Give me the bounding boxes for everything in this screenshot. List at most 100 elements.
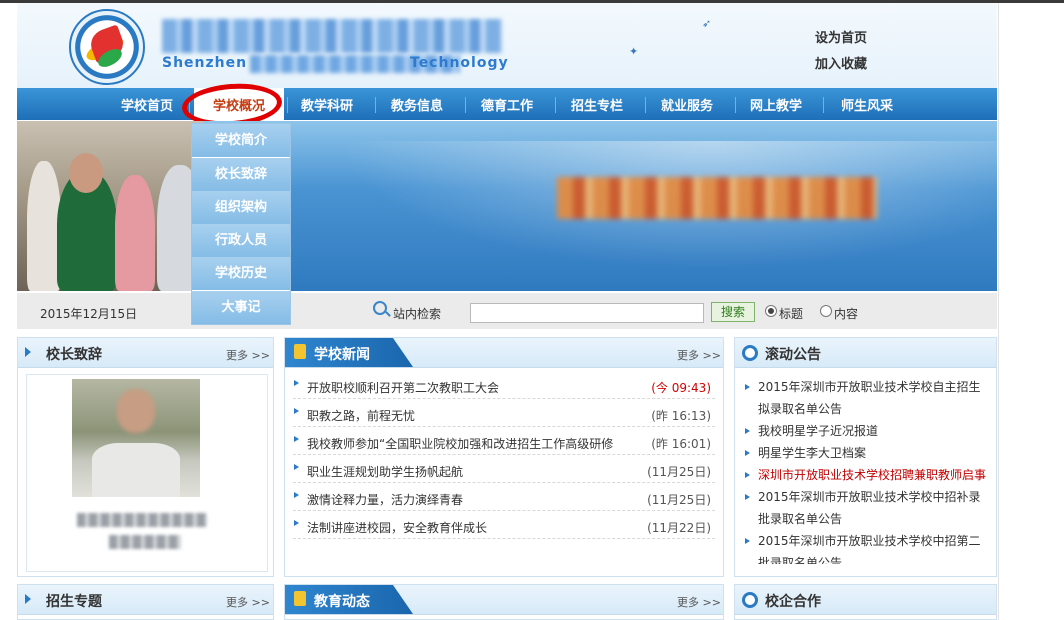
news-title[interactable]: 激情诠释力量，活力演绎青春 (307, 491, 463, 508)
nav-separator (823, 97, 824, 113)
triangle-icon (25, 594, 31, 604)
document-icon (294, 344, 306, 359)
notice-title[interactable]: 2015年深圳市开放职业技术学校中招补录批录取名单公告 (745, 486, 990, 530)
radio-content-label: 内容 (834, 307, 859, 321)
english-name-start: Shenzhen (162, 55, 248, 71)
dropdown-item-history[interactable]: 学校历史 (192, 257, 290, 291)
edu-panel-title: 教育动态 (314, 594, 370, 610)
bird-decoration-icon: ➶ (702, 17, 712, 30)
principal-more-link[interactable]: 更多 >> (226, 347, 270, 363)
arrow-icon (745, 538, 750, 544)
notice-title[interactable]: 我校明星学子近况报道 (745, 420, 990, 442)
news-date: (今 09:43) (651, 381, 711, 395)
news-title[interactable]: 开放职校顺利召开第二次教职工大会 (307, 379, 499, 396)
principal-name-blurred (77, 513, 207, 527)
news-item[interactable]: 开放职校顺利召开第二次教职工大会 (今 09:43) (293, 372, 715, 399)
news-date: (11月22日) (647, 521, 711, 535)
news-item[interactable]: 职教之路，前程无忧 (昨 16:13) (293, 400, 715, 427)
news-title[interactable]: 法制讲座进校园，安全教育伴成长 (307, 519, 487, 536)
nav-item-academic[interactable]: 教务信息 (391, 88, 443, 120)
document-icon (294, 591, 306, 606)
school-logo[interactable] (69, 9, 145, 85)
arrow-icon (294, 464, 299, 470)
dropdown-item-org[interactable]: 组织架构 (192, 191, 290, 225)
news-date: (11月25日) (647, 493, 711, 507)
school-english-name: Shenzhen Technology (162, 55, 508, 75)
news-title[interactable]: 职业生涯规划助学生扬帆起航 (307, 463, 463, 480)
panel-header: 学校新闻 更多 >> (285, 338, 723, 368)
dropdown-item-intro[interactable]: 学校简介 (192, 124, 290, 158)
news-panel-title: 学校新闻 (314, 347, 370, 363)
main-nav: 学校首页 学校概况 教学科研 教务信息 德育工作 招生专栏 就业服务 网上教学 … (17, 88, 997, 120)
radio-title[interactable] (765, 305, 777, 317)
edu-more-link[interactable]: 更多 >> (677, 594, 721, 610)
notice-title[interactable]: 2015年深圳市开放职业技术学校中招第二批录取名单公告 (745, 530, 990, 564)
news-date: (11月25日) (647, 465, 711, 479)
news-date: (昨 16:13) (651, 409, 711, 423)
nav-item-teaching[interactable]: 教学科研 (301, 88, 353, 120)
panel-header: 教育动态 更多 >> (285, 585, 723, 615)
news-item[interactable]: 激情诠释力量，活力演绎青春 (11月25日) (293, 484, 715, 511)
set-homepage-link[interactable]: 设为首页 (815, 27, 867, 46)
nav-separator (735, 97, 736, 113)
search-label: 站内检索 (393, 307, 442, 321)
banner-slogan-blurred (557, 177, 877, 219)
circle-icon (742, 345, 758, 361)
arrow-icon (745, 428, 750, 434)
arrow-icon (294, 436, 299, 442)
search-input[interactable] (470, 303, 704, 323)
notice-item[interactable]: 2015年深圳市开放职业技术学校中招补录批录取名单公告 (745, 486, 990, 530)
news-tab-header: 学校新闻 (285, 338, 413, 367)
dropdown-item-principal[interactable]: 校长致辞 (192, 158, 290, 192)
news-item[interactable]: 职业生涯规划助学生扬帆起航 (11月25日) (293, 456, 715, 483)
notice-title[interactable]: 深圳市开放职业技术学校招聘兼职教师启事 (745, 464, 990, 486)
news-more-link[interactable]: 更多 >> (677, 347, 721, 363)
notice-item[interactable]: 明星学生李大卫档案 (745, 442, 990, 464)
banner-photo (17, 121, 203, 291)
principal-photo-frame (26, 374, 268, 572)
notices-panel-title: 滚动公告 (765, 347, 821, 363)
news-item[interactable]: 法制讲座进校园，安全教育伴成长 (11月22日) (293, 512, 715, 539)
nav-item-home[interactable]: 学校首页 (121, 88, 173, 120)
dropdown-item-staff[interactable]: 行政人员 (192, 224, 290, 258)
arrow-icon (745, 472, 750, 478)
nav-item-admission[interactable]: 招生专栏 (571, 88, 623, 120)
site-header: Shenzhen Technology ➶ ✦ 设为首页 加入收藏 (17, 3, 997, 88)
principal-title-blurred (109, 535, 181, 549)
admission-panel-title: 招生专题 (46, 594, 102, 610)
notices-panel: 滚动公告 2015年深圳市开放职业技术学校自主招生拟录取名单公告 我校明星学子近… (734, 337, 997, 577)
nav-item-moral[interactable]: 德育工作 (481, 88, 533, 120)
notice-item[interactable]: 2015年深圳市开放职业技术学校中招第二批录取名单公告 (745, 530, 990, 564)
notice-title[interactable]: 明星学生李大卫档案 (745, 442, 990, 464)
radio-content[interactable] (820, 305, 832, 317)
notice-item[interactable]: 深圳市开放职业技术学校招聘兼职教师启事 (745, 464, 990, 486)
school-name-blurred (162, 19, 502, 53)
arrow-icon (294, 380, 299, 386)
about-dropdown-menu: 学校简介 校长致辞 组织架构 行政人员 学校历史 大事记 (191, 123, 291, 325)
add-favorites-link[interactable]: 加入收藏 (815, 53, 867, 72)
page-container: Shenzhen Technology ➶ ✦ 设为首页 加入收藏 学校首页 学… (17, 3, 997, 620)
cooperation-panel: 校企合作 (734, 584, 997, 620)
news-title[interactable]: 职教之路，前程无忧 (307, 407, 415, 424)
dropdown-item-events[interactable]: 大事记 (192, 291, 290, 324)
triangle-icon (25, 347, 31, 357)
news-date: (昨 16:01) (651, 437, 711, 451)
news-item[interactable]: 我校教师参加“全国职业院校加强和改进招生工作高级研修 (昨 16:01) (293, 428, 715, 455)
nav-separator (375, 97, 376, 113)
nav-item-online[interactable]: 网上教学 (750, 88, 802, 120)
nav-separator (465, 97, 466, 113)
arrow-icon (294, 520, 299, 526)
search-button[interactable]: 搜索 (711, 302, 755, 322)
notice-title[interactable]: 2015年深圳市开放职业技术学校自主招生拟录取名单公告 (745, 376, 990, 420)
admission-more-link[interactable]: 更多 >> (226, 594, 270, 610)
panel-header: 招生专题 更多 >> (18, 585, 273, 615)
principal-panel: 校长致辞 更多 >> (17, 337, 274, 577)
coop-panel-title: 校企合作 (765, 594, 821, 610)
principal-portrait[interactable] (72, 379, 200, 497)
notice-item[interactable]: 2015年深圳市开放职业技术学校自主招生拟录取名单公告 (745, 376, 990, 420)
notice-item[interactable]: 我校明星学子近况报道 (745, 420, 990, 442)
nav-separator (287, 97, 288, 113)
news-title[interactable]: 我校教师参加“全国职业院校加强和改进招生工作高级研修 (307, 435, 613, 452)
nav-item-gallery[interactable]: 师生风采 (841, 88, 893, 120)
nav-item-employment[interactable]: 就业服务 (661, 88, 713, 120)
